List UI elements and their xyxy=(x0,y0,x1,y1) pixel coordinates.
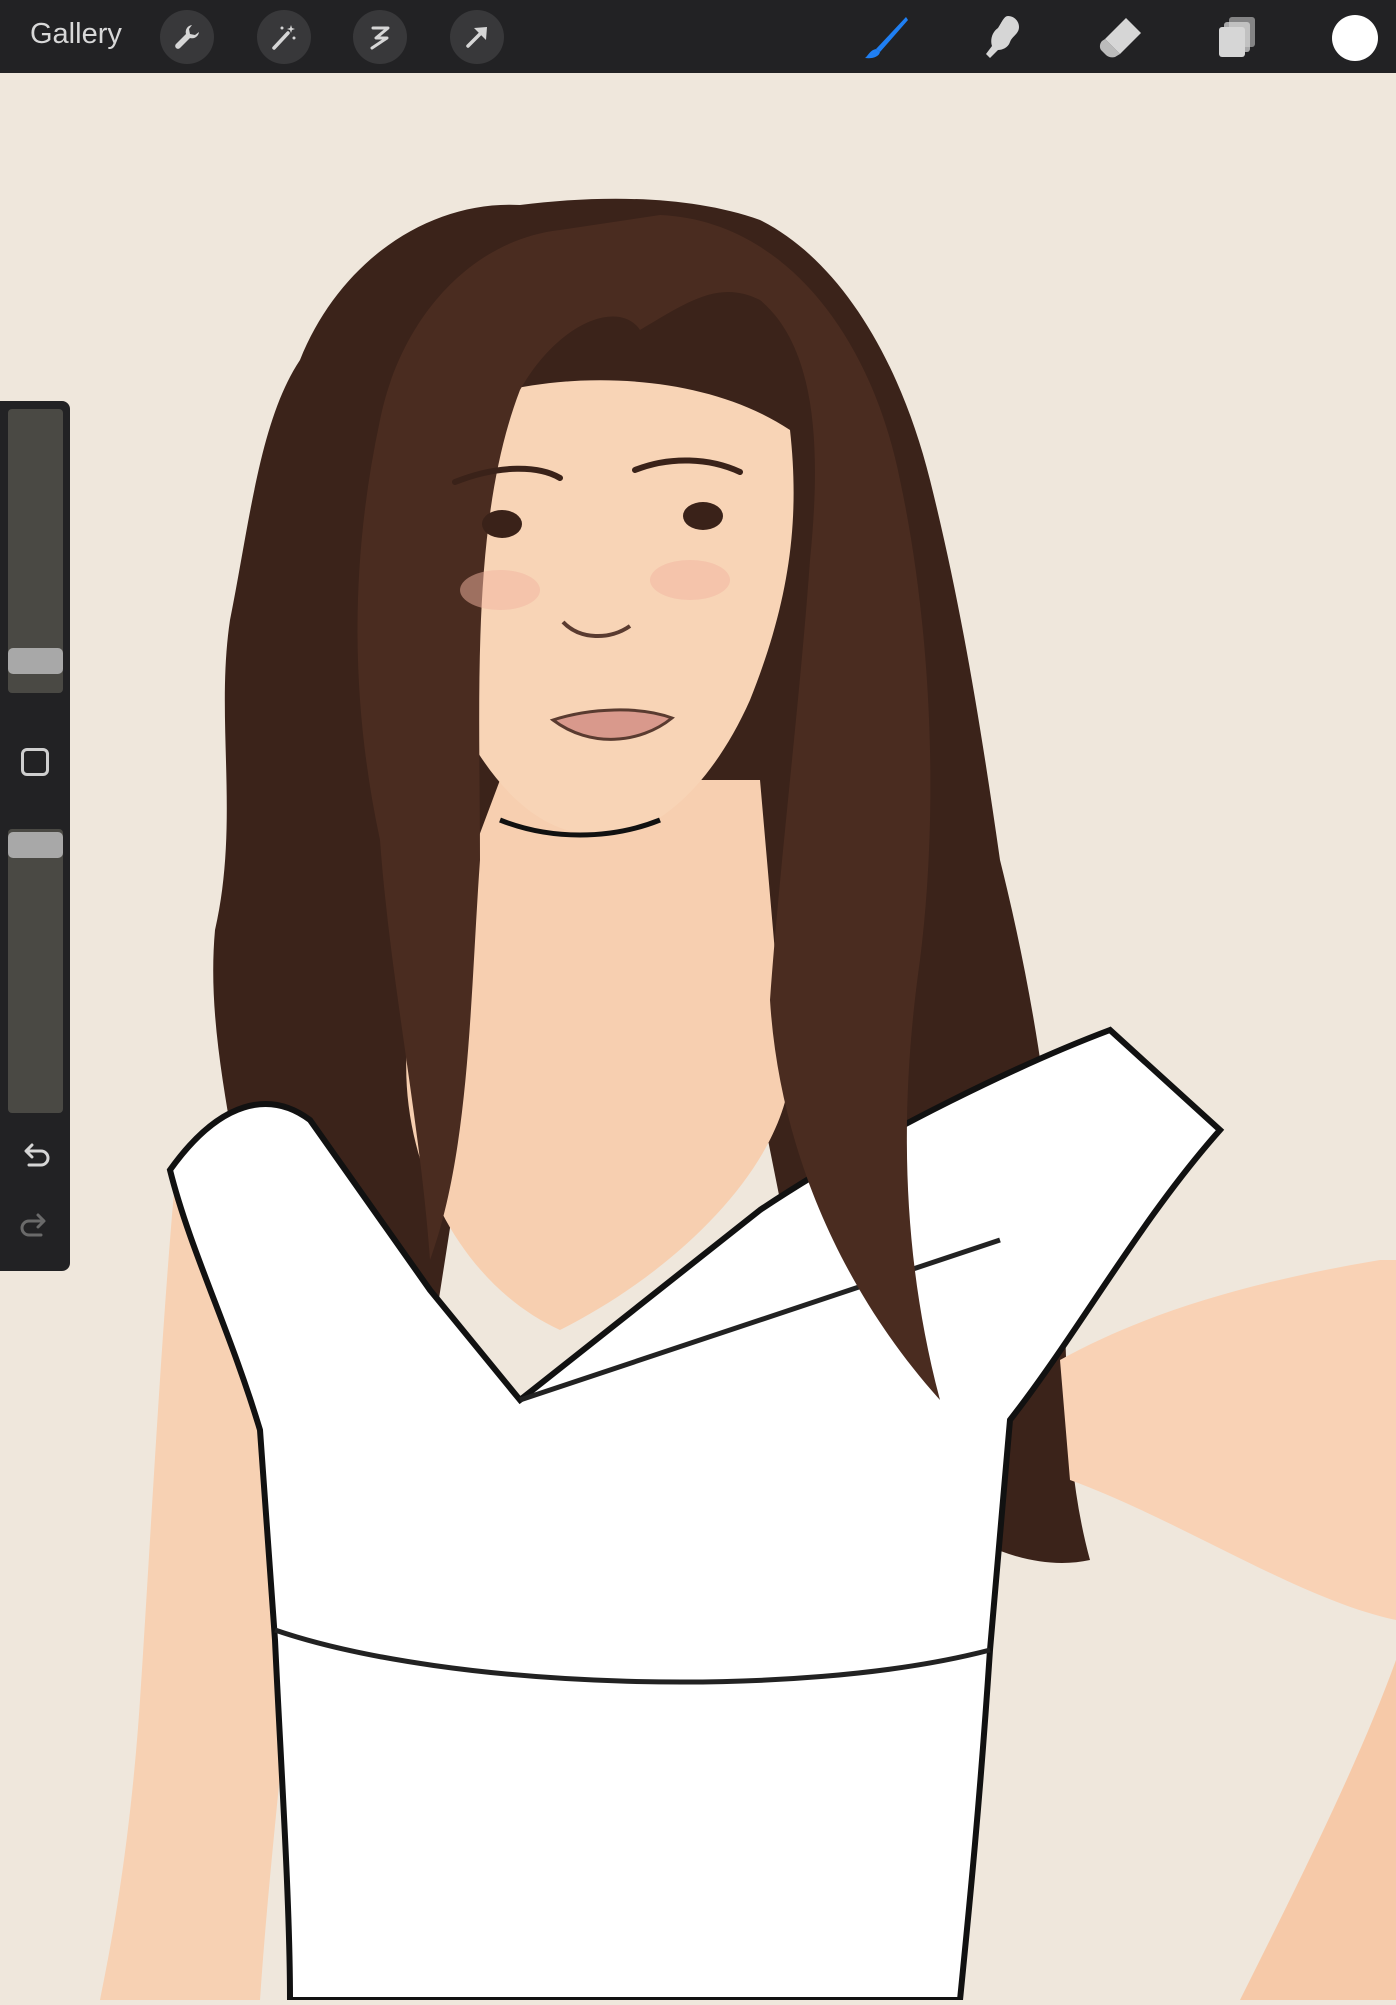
smudge-icon xyxy=(986,16,1019,58)
eraser-tool[interactable] xyxy=(1094,10,1148,64)
layers-tool[interactable] xyxy=(1211,10,1265,64)
selection-button[interactable] xyxy=(353,10,407,64)
wrench-icon xyxy=(175,25,199,49)
color-swatch-button[interactable] xyxy=(1332,15,1378,61)
artwork-illustration xyxy=(0,73,1396,2003)
selection-icon xyxy=(370,26,390,50)
brush-size-thumb[interactable] xyxy=(8,648,63,674)
gallery-button[interactable]: Gallery xyxy=(30,18,122,51)
brush-icon xyxy=(865,17,908,59)
magic-wand-icon xyxy=(272,25,296,50)
opacity-thumb[interactable] xyxy=(8,832,63,858)
transform-button[interactable] xyxy=(450,10,504,64)
top-toolbar: Gallery xyxy=(0,0,1396,73)
left-sidebar xyxy=(0,401,70,1271)
undo-icon[interactable] xyxy=(17,1139,53,1175)
adjustments-button[interactable] xyxy=(257,10,311,64)
smudge-tool[interactable] xyxy=(976,10,1030,64)
brush-tool[interactable] xyxy=(860,10,914,64)
redo-icon[interactable] xyxy=(17,1209,53,1245)
actions-button[interactable] xyxy=(160,10,214,64)
opacity-slider[interactable] xyxy=(8,829,63,1113)
modify-button[interactable] xyxy=(21,748,49,776)
eraser-icon xyxy=(1099,18,1141,58)
transform-arrow-icon xyxy=(466,27,487,48)
layers-icon xyxy=(1219,17,1255,57)
drawing-canvas[interactable] xyxy=(0,73,1396,2003)
